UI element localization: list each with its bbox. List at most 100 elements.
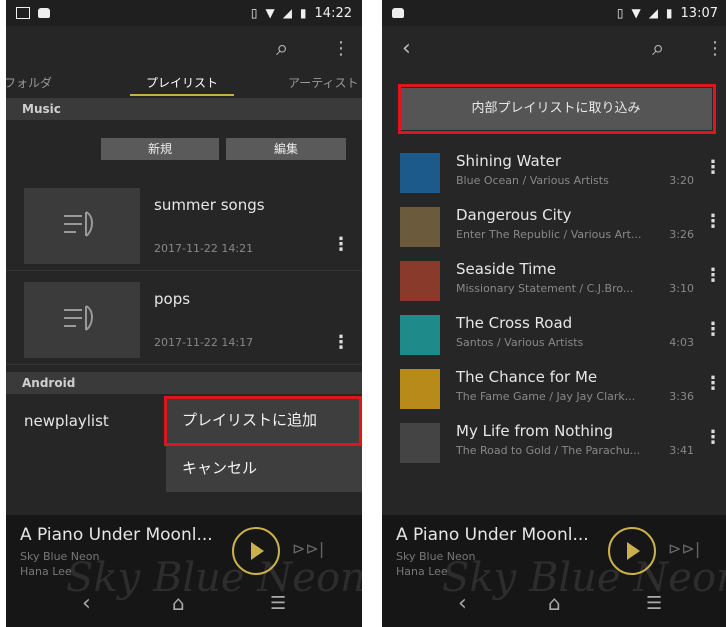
- track-subtitle: The Fame Game / Jay Jay Clark...: [456, 390, 636, 403]
- playlist-date: 2017-11-22 14:17: [154, 336, 254, 349]
- home-nav-icon[interactable]: ⌂: [172, 591, 185, 615]
- album-art: [400, 423, 440, 463]
- tab-bar: フォルダ プレイリスト アーティスト: [6, 72, 362, 96]
- now-playing-artist: Hana Lee: [20, 565, 72, 578]
- back-nav-icon[interactable]: ‹: [82, 591, 91, 616]
- track-subtitle: Enter The Republic / Various Art...: [456, 228, 642, 241]
- track-subtitle: Missionary Statement / C.J.Bro...: [456, 282, 634, 295]
- track-title: My Life from Nothing: [456, 422, 614, 440]
- app-bar: ‹ ⌕ ⋮: [382, 26, 726, 76]
- search-icon[interactable]: ⌕: [652, 36, 664, 61]
- home-nav-icon[interactable]: ⌂: [548, 591, 561, 615]
- album-art: [400, 207, 440, 247]
- more-options-icon[interactable]: ⋮: [704, 319, 722, 340]
- android-playlist-name[interactable]: newplaylist: [24, 412, 109, 430]
- track-title: Shining Water: [456, 152, 562, 170]
- right-screen: ▯ ▼ ◢ ▮ 13:07 ‹ ⌕ ⋮ 内部プレイリストに取り込み Shinin…: [382, 0, 726, 627]
- track-duration: 3:26: [669, 228, 694, 241]
- album-art: [400, 369, 440, 409]
- tab-playlist[interactable]: プレイリスト: [146, 74, 218, 91]
- album-art: [400, 315, 440, 355]
- battery-icon: ▮: [299, 6, 307, 20]
- skip-next-icon[interactable]: ⊳⊳|: [668, 539, 700, 558]
- track-row[interactable]: Seaside Time Missionary Statement / C.J.B…: [382, 253, 726, 307]
- track-duration: 3:41: [669, 444, 694, 457]
- album-art: [400, 261, 440, 301]
- vibrate-icon: ▯: [616, 6, 624, 20]
- image-notification-icon: [16, 7, 30, 19]
- playlist-name: pops: [154, 290, 191, 308]
- playlist-row[interactable]: pops 2017-11-22 14:17 ⋮: [6, 272, 362, 365]
- track-row[interactable]: Dangerous City Enter The Republic / Vario…: [382, 199, 726, 253]
- android-section-header: Android: [6, 372, 362, 394]
- playlist-icon: [64, 305, 93, 331]
- playlist-thumbnail: [24, 282, 140, 358]
- recents-nav-icon[interactable]: ☰: [270, 593, 286, 614]
- no-signal-icon: ◢: [282, 6, 292, 20]
- mini-player[interactable]: Sky Blue Neon A Piano Under Moonl... Sky…: [382, 515, 726, 627]
- playlist-name: summer songs: [154, 196, 265, 214]
- more-options-icon[interactable]: ⋮: [704, 427, 722, 448]
- play-button[interactable]: [608, 527, 656, 575]
- track-subtitle: The Road to Gold / The Parachu...: [456, 444, 641, 457]
- track-duration: 3:10: [669, 282, 694, 295]
- track-duration: 3:20: [669, 174, 694, 187]
- status-bar: ▯ ▼ ◢ ▮ 13:07: [382, 0, 726, 26]
- track-subtitle: Blue Ocean / Various Artists: [456, 174, 609, 187]
- app-bar: ⌕ ⋮: [6, 26, 362, 76]
- track-duration: 3:36: [669, 390, 694, 403]
- tab-artist[interactable]: アーティスト: [288, 74, 359, 91]
- now-playing-title: A Piano Under Moonl...: [20, 525, 213, 545]
- now-playing-album: Sky Blue Neon: [20, 550, 100, 563]
- more-options-icon[interactable]: ⋮: [704, 211, 722, 232]
- track-subtitle: Santos / Various Artists: [456, 336, 584, 349]
- search-icon[interactable]: ⌕: [276, 36, 288, 61]
- back-nav-icon[interactable]: ‹: [458, 591, 467, 616]
- more-options-icon[interactable]: ⋮: [704, 265, 722, 286]
- more-options-icon[interactable]: ⋮: [704, 373, 722, 394]
- wifi-icon: ▼: [631, 6, 641, 20]
- status-time: 13:07: [680, 5, 718, 21]
- left-screen: ▯ ▼ ◢ ▮ 14:22 ⌕ ⋮ フォルダ プレイリスト アーティスト Mus…: [6, 0, 362, 627]
- track-row[interactable]: Shining Water Blue Ocean / Various Artist…: [382, 145, 726, 199]
- more-options-icon[interactable]: ⋮: [332, 234, 350, 255]
- music-section-header: Music: [6, 98, 362, 120]
- tab-folder[interactable]: フォルダ: [6, 74, 52, 91]
- track-row[interactable]: My Life from Nothing The Road to Gold / T…: [382, 415, 726, 469]
- active-tab-indicator: [130, 94, 234, 96]
- highlight-box: [164, 396, 362, 446]
- track-title: Dangerous City: [456, 206, 572, 224]
- new-button[interactable]: 新規: [101, 138, 219, 160]
- more-options-icon[interactable]: ⋮: [332, 332, 350, 353]
- track-row[interactable]: The Chance for Me The Fame Game / Jay Jay…: [382, 361, 726, 415]
- android-notification-icon: [392, 8, 404, 18]
- playlist-row[interactable]: summer songs 2017-11-22 14:21 ⋮: [6, 178, 362, 271]
- status-bar: ▯ ▼ ◢ ▮ 14:22: [6, 0, 362, 26]
- android-notification-icon: [38, 8, 50, 18]
- recents-nav-icon[interactable]: ☰: [646, 593, 662, 614]
- now-playing-album: Sky Blue Neon: [396, 550, 476, 563]
- album-art: [400, 153, 440, 193]
- album-art-watermark: Sky Blue Neon: [66, 555, 362, 601]
- skip-next-icon[interactable]: ⊳⊳|: [292, 539, 324, 558]
- play-button[interactable]: [232, 527, 280, 575]
- track-title: The Cross Road: [456, 314, 573, 332]
- cancel-menu-item[interactable]: キャンセル: [166, 444, 362, 492]
- highlight-box: [398, 84, 716, 134]
- now-playing-title: A Piano Under Moonl...: [396, 525, 589, 545]
- mini-player[interactable]: Sky Blue Neon A Piano Under Moonl... Sky…: [6, 515, 362, 627]
- more-options-icon[interactable]: ⋮: [704, 157, 722, 178]
- back-arrow-icon[interactable]: ‹: [402, 36, 411, 61]
- edit-button[interactable]: 編集: [226, 138, 346, 160]
- playlist-icon: [64, 211, 93, 237]
- playlist-date: 2017-11-22 14:21: [154, 242, 254, 255]
- battery-icon: ▮: [665, 6, 673, 20]
- overflow-menu-icon[interactable]: ⋮: [706, 38, 724, 59]
- vibrate-icon: ▯: [250, 6, 258, 20]
- track-title: The Chance for Me: [456, 368, 598, 386]
- no-signal-icon: ◢: [648, 6, 658, 20]
- playlist-thumbnail: [24, 188, 140, 264]
- overflow-menu-icon[interactable]: ⋮: [332, 38, 350, 59]
- status-time: 14:22: [314, 5, 352, 21]
- track-row[interactable]: The Cross Road Santos / Various Artists 4:…: [382, 307, 726, 361]
